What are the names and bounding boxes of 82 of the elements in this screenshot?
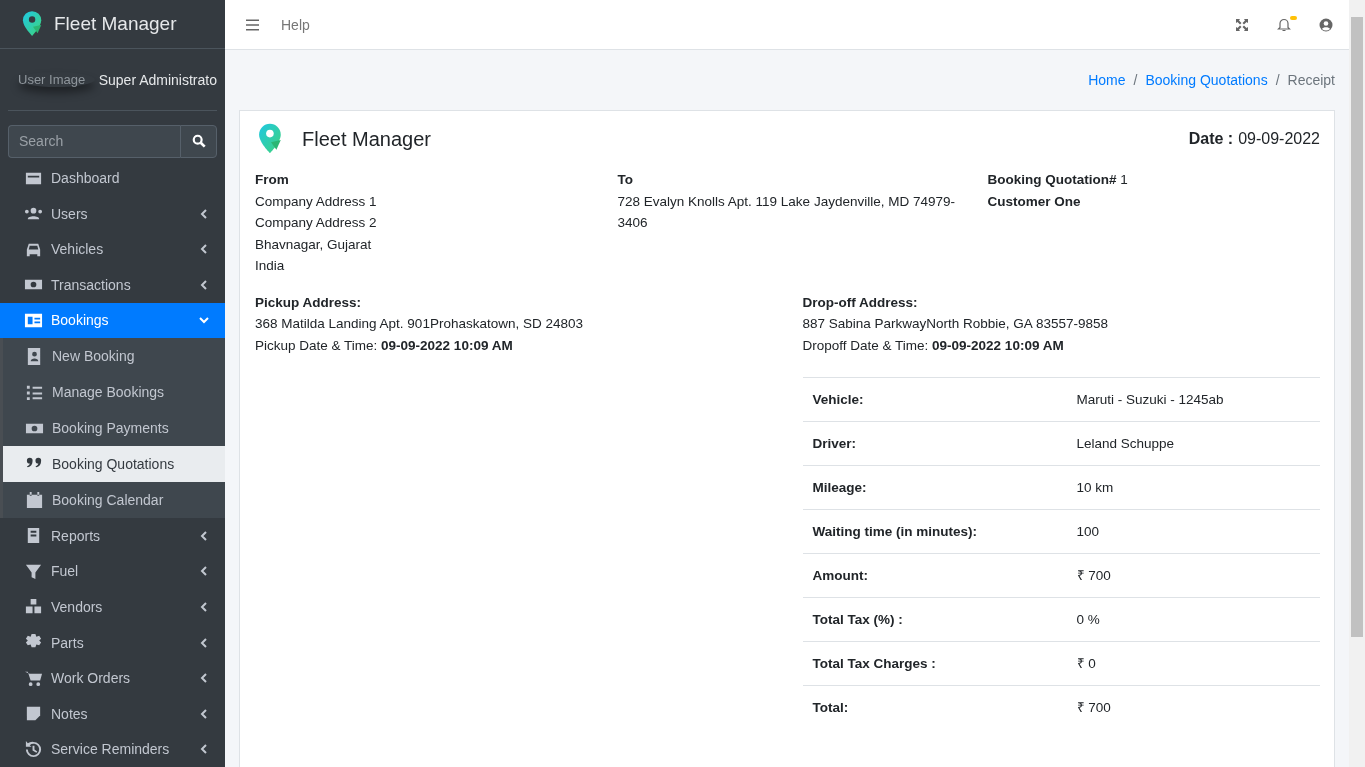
calendar-icon <box>25 490 44 510</box>
detail-value: Leland Schuppe <box>1066 421 1320 466</box>
menu-icon[interactable] <box>246 18 259 31</box>
breadcrumb-link[interactable]: Booking Quotations <box>1145 72 1268 88</box>
breadcrumb-separator: / <box>1275 72 1280 88</box>
date-value: 09-09-2022 <box>1238 130 1320 148</box>
detail-label: Mileage: <box>802 465 1067 510</box>
detail-value: 10 km <box>1066 465 1320 510</box>
from-label: From <box>255 171 290 189</box>
pickup-address: 368 Matilda Landing Apt. 901Prohaskatown, SD 24803 <box>255 315 584 333</box>
chevron-icon <box>199 744 209 755</box>
chevron-icon <box>199 279 209 290</box>
user-image: User Image <box>18 72 95 88</box>
detail-value: ₹ 0 <box>1066 641 1320 686</box>
detail-label: Vehicle: <box>802 377 1067 422</box>
chevron-icon <box>199 673 209 684</box>
help-link[interactable]: Help <box>281 16 310 33</box>
sidebar-subitem[interactable]: Booking Payments <box>3 410 225 447</box>
sidebar-item[interactable]: Work Orders <box>0 660 225 696</box>
date-label: Date : <box>1188 130 1234 148</box>
sidebar-item[interactable]: Reports <box>0 518 225 554</box>
detail-label: Amount: <box>802 553 1067 598</box>
detail-label: Driver: <box>802 421 1067 466</box>
pickup-datetime: Pickup Date & Time: 09-09-2022 10:09 AM <box>255 336 514 355</box>
breadcrumb-separator: / <box>1133 72 1138 88</box>
detail-value: 0 % <box>1066 597 1320 642</box>
sidebar-item[interactable]: Service Reminders <box>0 731 225 767</box>
sidebar-item[interactable]: Dashboard <box>0 160 225 196</box>
sidebar-subitem[interactable]: New Booking <box>3 338 225 375</box>
brand-name[interactable]: Fleet Manager <box>54 13 177 36</box>
sidebar-item[interactable]: Bookings <box>0 302 225 339</box>
chevron-icon <box>199 315 209 326</box>
chevron-icon <box>199 637 209 648</box>
sidebar-item[interactable]: Vendors <box>0 589 225 625</box>
sidebar-item[interactable]: Transactions <box>0 266 225 303</box>
detail-label: Waiting time (in minutes): <box>802 509 1067 554</box>
dropoff-address: 887 Sabina ParkwayNorth Robbie, GA 83557-9858 <box>802 315 1109 333</box>
detail-label: Total: <box>802 685 1067 730</box>
quotation-number: Booking Quotation# 1 <box>987 171 1129 189</box>
detail-label: Total Tax (%) : <box>802 597 1067 642</box>
address-line: India <box>255 257 286 275</box>
address-line: Company Address 1 <box>255 192 378 211</box>
detail-value: ₹ 700 <box>1066 685 1320 730</box>
scrollbar[interactable] <box>1349 0 1365 767</box>
chevron-icon <box>199 208 209 219</box>
detail-value: ₹ 700 <box>1066 553 1320 598</box>
user-avatar-icon[interactable] <box>1319 17 1333 32</box>
user-name[interactable]: Super Administrato <box>98 71 217 88</box>
sidebar-item[interactable]: Notes <box>0 695 225 732</box>
sidebar-item[interactable]: Parts <box>0 624 225 661</box>
customer-name: Customer One <box>987 192 1082 211</box>
sidebar-subitem[interactable]: Booking Quotations <box>3 446 225 483</box>
sidebar-item[interactable]: Users <box>0 195 225 232</box>
to-label: To <box>617 171 634 189</box>
address-line: Bhavnagar, Gujarat <box>255 235 373 254</box>
expand-icon[interactable] <box>1235 17 1249 32</box>
search-field[interactable]: Search <box>8 124 180 159</box>
sidebar-item[interactable]: Vehicles <box>0 231 225 267</box>
receipt-brand: Fleet Manager <box>302 127 431 151</box>
chevron-icon <box>199 244 209 255</box>
breadcrumb-link[interactable]: Home <box>1088 72 1126 88</box>
sidebar-subitem[interactable]: Manage Bookings <box>3 374 225 411</box>
bell-icon[interactable] <box>1277 17 1291 32</box>
dropoff-datetime: Dropoff Date & Time: 09-09-2022 10:09 AM <box>802 336 1065 355</box>
chevron-icon <box>199 708 209 719</box>
chevron-icon <box>199 530 209 541</box>
sidebar-item[interactable]: Fuel <box>0 553 225 590</box>
dropoff-label: Drop-off Address: <box>802 293 919 312</box>
chevron-icon <box>199 602 209 612</box>
search-icon <box>191 134 206 149</box>
address-line: Company Address 2 <box>255 214 378 232</box>
detail-value: 100 <box>1066 509 1320 554</box>
pickup-label: Pickup Address: <box>255 293 363 312</box>
sidebar-subitem[interactable]: Booking Calendar <box>3 482 225 519</box>
detail-label: Total Tax Charges : <box>802 641 1067 686</box>
history-icon <box>24 739 43 759</box>
search-button[interactable] <box>180 124 217 159</box>
breadcrumb-text: Receipt <box>1287 72 1335 88</box>
address-line: 728 Evalyn Knolls Apt. 119 Lake Jaydenville, MD 74979-3406 <box>617 192 956 232</box>
chevron-icon <box>199 566 209 577</box>
detail-value: Maruti - Suzuki - 1245ab <box>1066 377 1320 422</box>
logo-icon <box>258 122 284 156</box>
